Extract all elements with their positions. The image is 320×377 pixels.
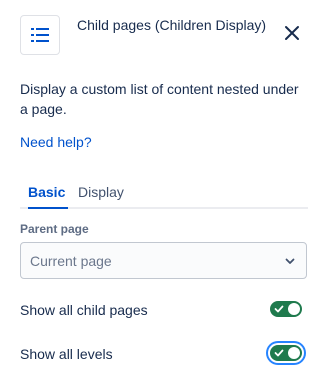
show-all-levels-label: Show all levels	[20, 346, 113, 362]
show-all-child-pages-toggle[interactable]	[270, 301, 302, 317]
panel-title: Child pages (Children Display)	[77, 17, 267, 33]
check-icon	[274, 305, 284, 313]
close-icon	[285, 26, 299, 40]
toggle-knob	[288, 347, 300, 359]
need-help-link[interactable]: Need help?	[20, 133, 92, 151]
parent-page-label: Parent page	[20, 222, 89, 236]
macro-description: Display a custom list of content nested …	[20, 81, 299, 117]
parent-page-select[interactable]: Current page	[20, 242, 307, 279]
list-icon	[20, 15, 60, 55]
close-button[interactable]	[280, 21, 304, 45]
macro-config-panel: Child pages (Children Display) Display a…	[0, 0, 315, 377]
toggle-knob	[288, 303, 300, 315]
show-all-levels-row: Show all levels	[20, 342, 310, 366]
tab-display[interactable]: Display	[78, 183, 124, 201]
show-all-child-pages-label: Show all child pages	[20, 302, 148, 318]
tab-basic[interactable]: Basic	[28, 183, 65, 201]
check-icon	[274, 349, 284, 357]
show-all-levels-toggle[interactable]	[270, 345, 302, 361]
show-all-child-pages-row: Show all child pages	[20, 298, 310, 322]
active-tab-indicator	[28, 207, 68, 209]
chevron-down-icon	[285, 258, 295, 264]
tab-bar: Basic Display	[20, 181, 308, 209]
parent-page-value: Current page	[30, 253, 112, 269]
